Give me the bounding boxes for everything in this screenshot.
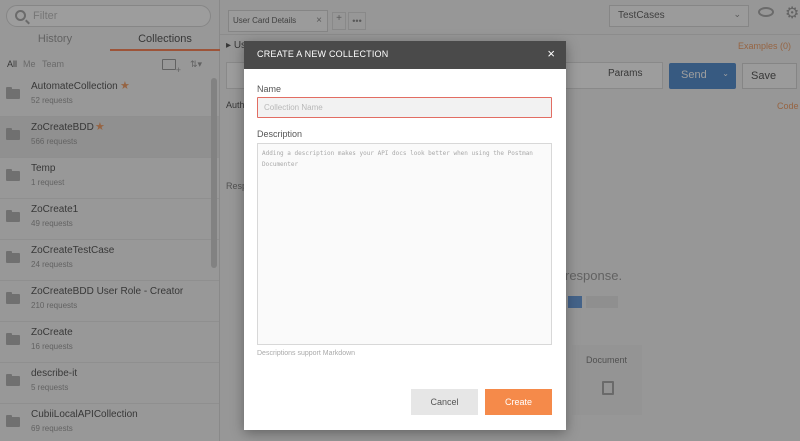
description-input[interactable] xyxy=(257,143,552,345)
modal-header: CREATE A NEW COLLECTION × xyxy=(244,41,566,69)
modal-title: CREATE A NEW COLLECTION xyxy=(257,49,389,59)
close-icon[interactable]: × xyxy=(547,46,555,62)
collection-name-input[interactable] xyxy=(257,97,552,118)
create-button[interactable]: Create xyxy=(485,389,552,415)
markdown-hint: Descriptions support Markdown xyxy=(257,350,356,357)
cancel-button[interactable]: Cancel xyxy=(411,389,478,415)
description-label: Description xyxy=(257,129,303,139)
create-collection-modal: CREATE A NEW COLLECTION × Name Descripti… xyxy=(244,41,566,430)
name-label: Name xyxy=(257,84,282,94)
